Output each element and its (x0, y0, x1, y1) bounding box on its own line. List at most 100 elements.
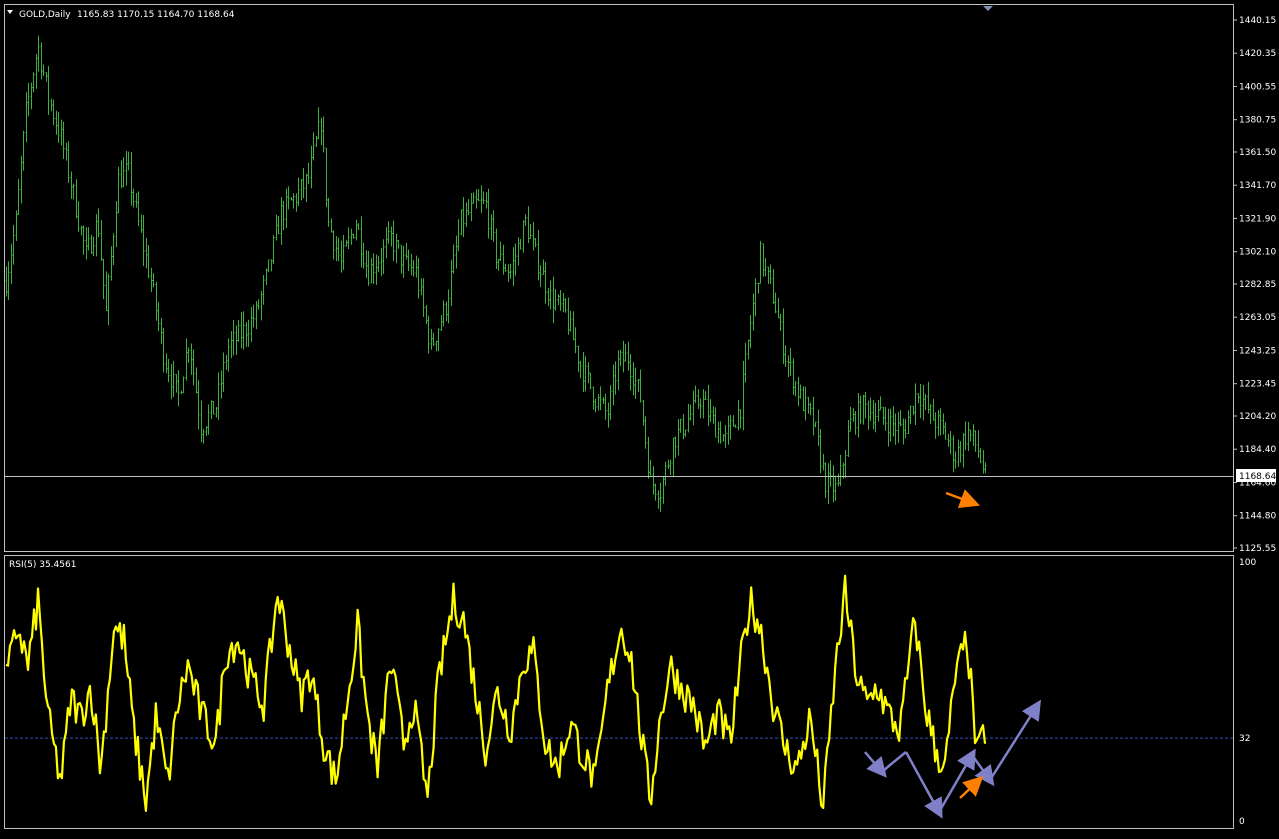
rsi-series-line (5, 574, 987, 813)
price-bar (547, 287, 550, 306)
chart-window[interactable]: GOLD,Daily 1165.83 1170.15 1164.70 1168.… (0, 0, 1279, 835)
price-bar (832, 465, 835, 503)
price-axis-label: 1380.75 (1239, 116, 1276, 126)
price-bar (30, 82, 33, 110)
price-bar (257, 299, 260, 310)
price-bar (859, 395, 862, 425)
price-bar (460, 209, 463, 236)
price-bar (539, 265, 542, 288)
price-bar (447, 289, 450, 324)
price-bar (949, 430, 952, 455)
price-bar (475, 189, 478, 209)
price-axis-label: 1144.80 (1239, 512, 1276, 522)
price-bar (879, 396, 882, 411)
price-bars (5, 35, 987, 513)
price-bar (72, 183, 75, 200)
price-bar (679, 418, 682, 433)
price-bar (410, 253, 413, 276)
price-bar (407, 249, 410, 272)
price-bar (295, 193, 298, 212)
price-bar (702, 389, 705, 419)
price-bar (345, 239, 348, 247)
price-bar (255, 301, 258, 330)
price-bar (647, 436, 650, 479)
price-bar (150, 267, 153, 293)
price-bar (917, 393, 920, 404)
price-bar (764, 257, 767, 277)
price-bar (722, 434, 725, 442)
rsi-zigzag-line-1 (881, 751, 907, 773)
price-bar (360, 216, 363, 268)
price-bar (77, 201, 80, 232)
price-bar (60, 119, 63, 146)
chart-canvas[interactable]: GOLD,Daily 1165.83 1170.15 1164.70 1168.… (0, 0, 1279, 835)
price-bar (162, 327, 165, 373)
price-bar (45, 72, 48, 82)
price-bar (372, 253, 375, 284)
price-bar (577, 345, 580, 373)
price-axis-label: 1361.50 (1239, 148, 1276, 158)
price-bar (924, 393, 927, 411)
price-bar (180, 390, 183, 395)
price-bar (537, 229, 540, 281)
price-bar (175, 374, 178, 393)
price-bar (57, 111, 60, 143)
rsi-axis: 100 32 0 (1239, 558, 1256, 827)
price-bar (792, 358, 795, 396)
price-bar (267, 259, 270, 273)
price-bar (397, 240, 400, 249)
price-bar (292, 193, 295, 209)
price-bar (827, 463, 830, 504)
price-bar (897, 411, 900, 443)
price-bar (265, 268, 268, 285)
price-bar (522, 220, 525, 253)
price-bar (392, 220, 395, 262)
price-bar (977, 430, 980, 458)
chart-shift-marker-icon[interactable] (983, 6, 993, 11)
price-bar (524, 214, 527, 227)
price-bar (727, 415, 730, 445)
price-bar (12, 224, 15, 265)
price-bar (932, 398, 935, 421)
price-bar (390, 226, 393, 247)
price-bar (495, 228, 498, 270)
price-axis-label: 1125.55 (1239, 544, 1276, 554)
price-axis-label: 1184.40 (1239, 445, 1276, 455)
price-bar (440, 314, 443, 331)
price-bar (40, 42, 43, 80)
rsi-zigzag-arrow-4 (970, 754, 995, 787)
price-bar (709, 399, 712, 423)
price-bar (102, 258, 105, 300)
price-bar (744, 342, 747, 383)
price-bar (185, 338, 188, 381)
price-bar (604, 393, 607, 420)
price-bar (939, 408, 942, 436)
rsi-axis-label: 0 (1239, 817, 1245, 827)
dropdown-triangle-icon[interactable] (7, 10, 13, 14)
price-bar (872, 400, 875, 430)
price-bar (320, 117, 323, 146)
price-bar (497, 258, 500, 271)
price-bar (140, 214, 143, 233)
price-bar (400, 244, 403, 274)
price-bar (549, 280, 552, 310)
price-bar (152, 273, 155, 288)
price-bar (794, 381, 797, 397)
price-bar (210, 400, 213, 420)
price-bar (844, 450, 847, 478)
price-bar (814, 421, 817, 428)
price-bar (430, 328, 433, 350)
price-bar (252, 304, 255, 328)
price-bar (195, 367, 198, 394)
price-bar (807, 396, 810, 414)
price-bar (147, 244, 150, 279)
price-bar (742, 360, 745, 431)
price-bar (672, 437, 675, 478)
price-bar (652, 466, 655, 495)
price-bar (919, 383, 922, 419)
price-bar (202, 428, 205, 444)
price-bar (20, 155, 23, 204)
price-bar (352, 233, 355, 239)
price-bar (222, 352, 225, 392)
price-bar (979, 448, 982, 464)
